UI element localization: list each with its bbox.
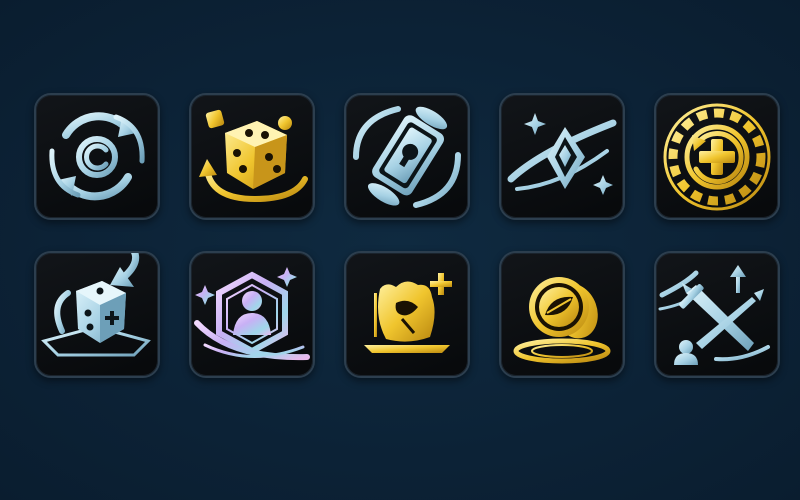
ability-slot-8[interactable] (344, 251, 470, 378)
ability-slot-1[interactable] (34, 93, 160, 220)
card-swap-icon (353, 106, 461, 208)
ability-slot-9[interactable] (499, 251, 625, 378)
chip-heal-icon (663, 103, 771, 211)
crystal-orbit-icon (507, 113, 617, 195)
ability-slot-6[interactable] (34, 251, 160, 378)
ability-slot-4[interactable] (499, 93, 625, 220)
ability-slot-7[interactable] (189, 251, 315, 378)
ability-slot-5[interactable] (654, 93, 780, 220)
dice-reroll-icon (41, 253, 151, 357)
loot-bag-plus-icon (364, 273, 452, 353)
coin-drop-icon (513, 277, 611, 364)
ability-slot-3[interactable] (344, 93, 470, 220)
refresh-cycle-icon (49, 112, 145, 201)
ability-slot-2[interactable] (189, 93, 315, 220)
hero-portrait-icon (194, 267, 310, 361)
sword-upgrade-icon (658, 265, 770, 365)
ability-icon-grid (34, 93, 780, 378)
dice-roll-icon (199, 109, 308, 203)
ability-slot-10[interactable] (654, 251, 780, 378)
